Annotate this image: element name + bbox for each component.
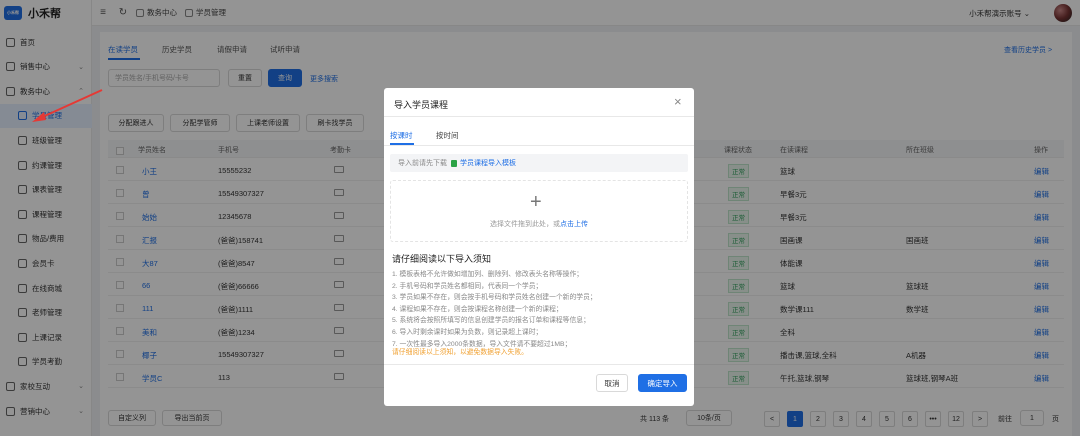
excel-icon [451, 159, 457, 167]
confirm-import-button[interactable]: 确定导入 [638, 374, 687, 392]
dropzone-text: 选择文件拖到此处，或点击上传 [384, 219, 694, 229]
rule-item: 1. 模板表格不允许做如增加列、删除列、修改表头名称等操作； [392, 271, 584, 278]
upload-link[interactable]: 点击上传 [560, 221, 588, 228]
dialog-title: 导入学员课程 [394, 100, 449, 110]
rule-item: 2. 手机号码和学员姓名都相同，代表同一个学员； [392, 282, 543, 290]
cancel-button[interactable]: 取消 [596, 374, 628, 392]
dropzone-hint: 选择文件拖到此处，或 [490, 221, 560, 228]
rule-item: 3. 学员如果不存在，则会按手机号码和学员姓名创建一个新的学员； [392, 294, 597, 302]
rule-item: 6. 导入时剩余课时如果为负数，则记录超上课时； [392, 329, 543, 336]
notice-text: 导入前请先下载 [398, 160, 447, 167]
annotation-arrow-icon [32, 89, 103, 122]
template-download-link[interactable]: 学员课程导入模板 [460, 158, 516, 168]
import-dialog: 导入学员课程 × 按课时 按时间 导入前请先下载 学员课程导入模板 + 选择文件… [384, 88, 694, 406]
rules-warning: 请仔细阅读以上须知，以避免数据导入失败。 [392, 349, 528, 356]
tab-by-time[interactable]: 按时间 [436, 130, 459, 141]
rules-title: 请仔细阅读以下导入须知 [392, 254, 492, 264]
close-icon[interactable]: × [674, 94, 682, 109]
dialog-divider [384, 116, 694, 117]
template-notice: 导入前请先下载 学员课程导入模板 [390, 154, 688, 172]
plus-icon: + [530, 191, 542, 213]
tab-by-lessons[interactable]: 按课时 [390, 130, 413, 141]
rule-item: 4. 课程如果不存在，则会按课程名称创建一个新的课程； [392, 305, 563, 313]
rule-item: 5. 系统将会按照所填写的信息创建学员的报名订单和课程等信息； [392, 317, 590, 325]
dialog-tab-divider [384, 145, 694, 146]
dialog-footer-divider [384, 364, 694, 365]
